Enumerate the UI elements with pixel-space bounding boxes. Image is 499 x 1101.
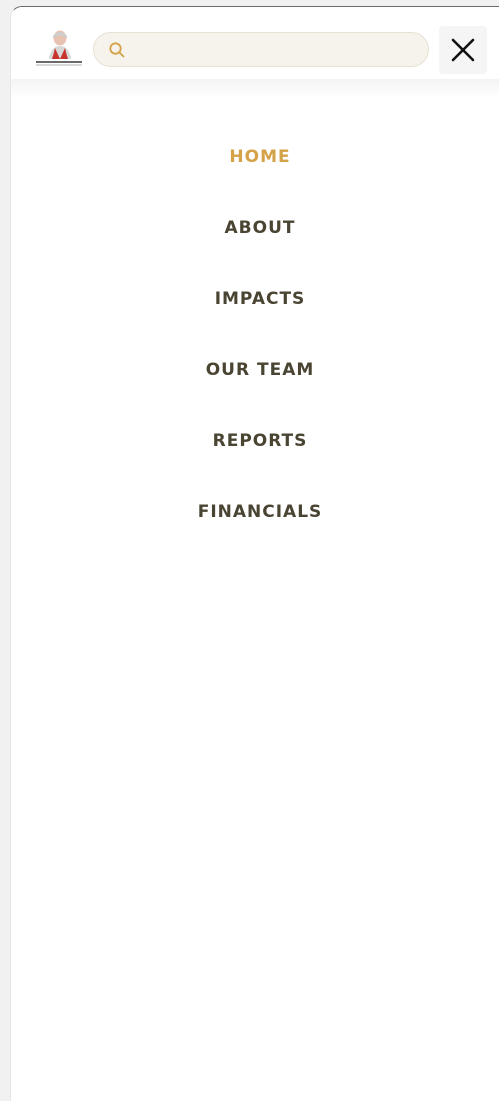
search-icon bbox=[109, 41, 125, 57]
menu-link-impacts[interactable]: IMPACTS bbox=[215, 264, 306, 310]
menu-item-about: ABOUT bbox=[11, 193, 499, 264]
mobile-menu-panel: HOME ABOUT IMPACTS OUR TEAM REPORTS FINA… bbox=[10, 6, 499, 1101]
menu-link-about[interactable]: ABOUT bbox=[225, 193, 296, 239]
menu-item-our-team: OUR TEAM bbox=[11, 335, 499, 406]
menu-item-reports: REPORTS bbox=[11, 406, 499, 477]
search-input[interactable] bbox=[134, 41, 418, 58]
close-menu-button[interactable] bbox=[439, 26, 487, 74]
menu-item-financials: FINANCIALS bbox=[11, 477, 499, 548]
menu-item-home: HOME bbox=[11, 122, 499, 193]
search-bar[interactable] bbox=[93, 32, 429, 67]
close-icon bbox=[451, 38, 475, 62]
menu-header bbox=[11, 7, 499, 99]
menu-link-financials[interactable]: FINANCIALS bbox=[198, 477, 323, 523]
menu-item-impacts: IMPACTS bbox=[11, 264, 499, 335]
menu-link-our-team[interactable]: OUR TEAM bbox=[206, 335, 315, 381]
menu-link-home[interactable]: HOME bbox=[229, 122, 290, 168]
header-shadow bbox=[11, 79, 499, 99]
portrait-logo-icon bbox=[36, 30, 82, 66]
site-logo[interactable] bbox=[33, 29, 83, 69]
menu-link-reports[interactable]: REPORTS bbox=[213, 406, 308, 452]
main-nav-menu: HOME ABOUT IMPACTS OUR TEAM REPORTS FINA… bbox=[11, 122, 499, 548]
